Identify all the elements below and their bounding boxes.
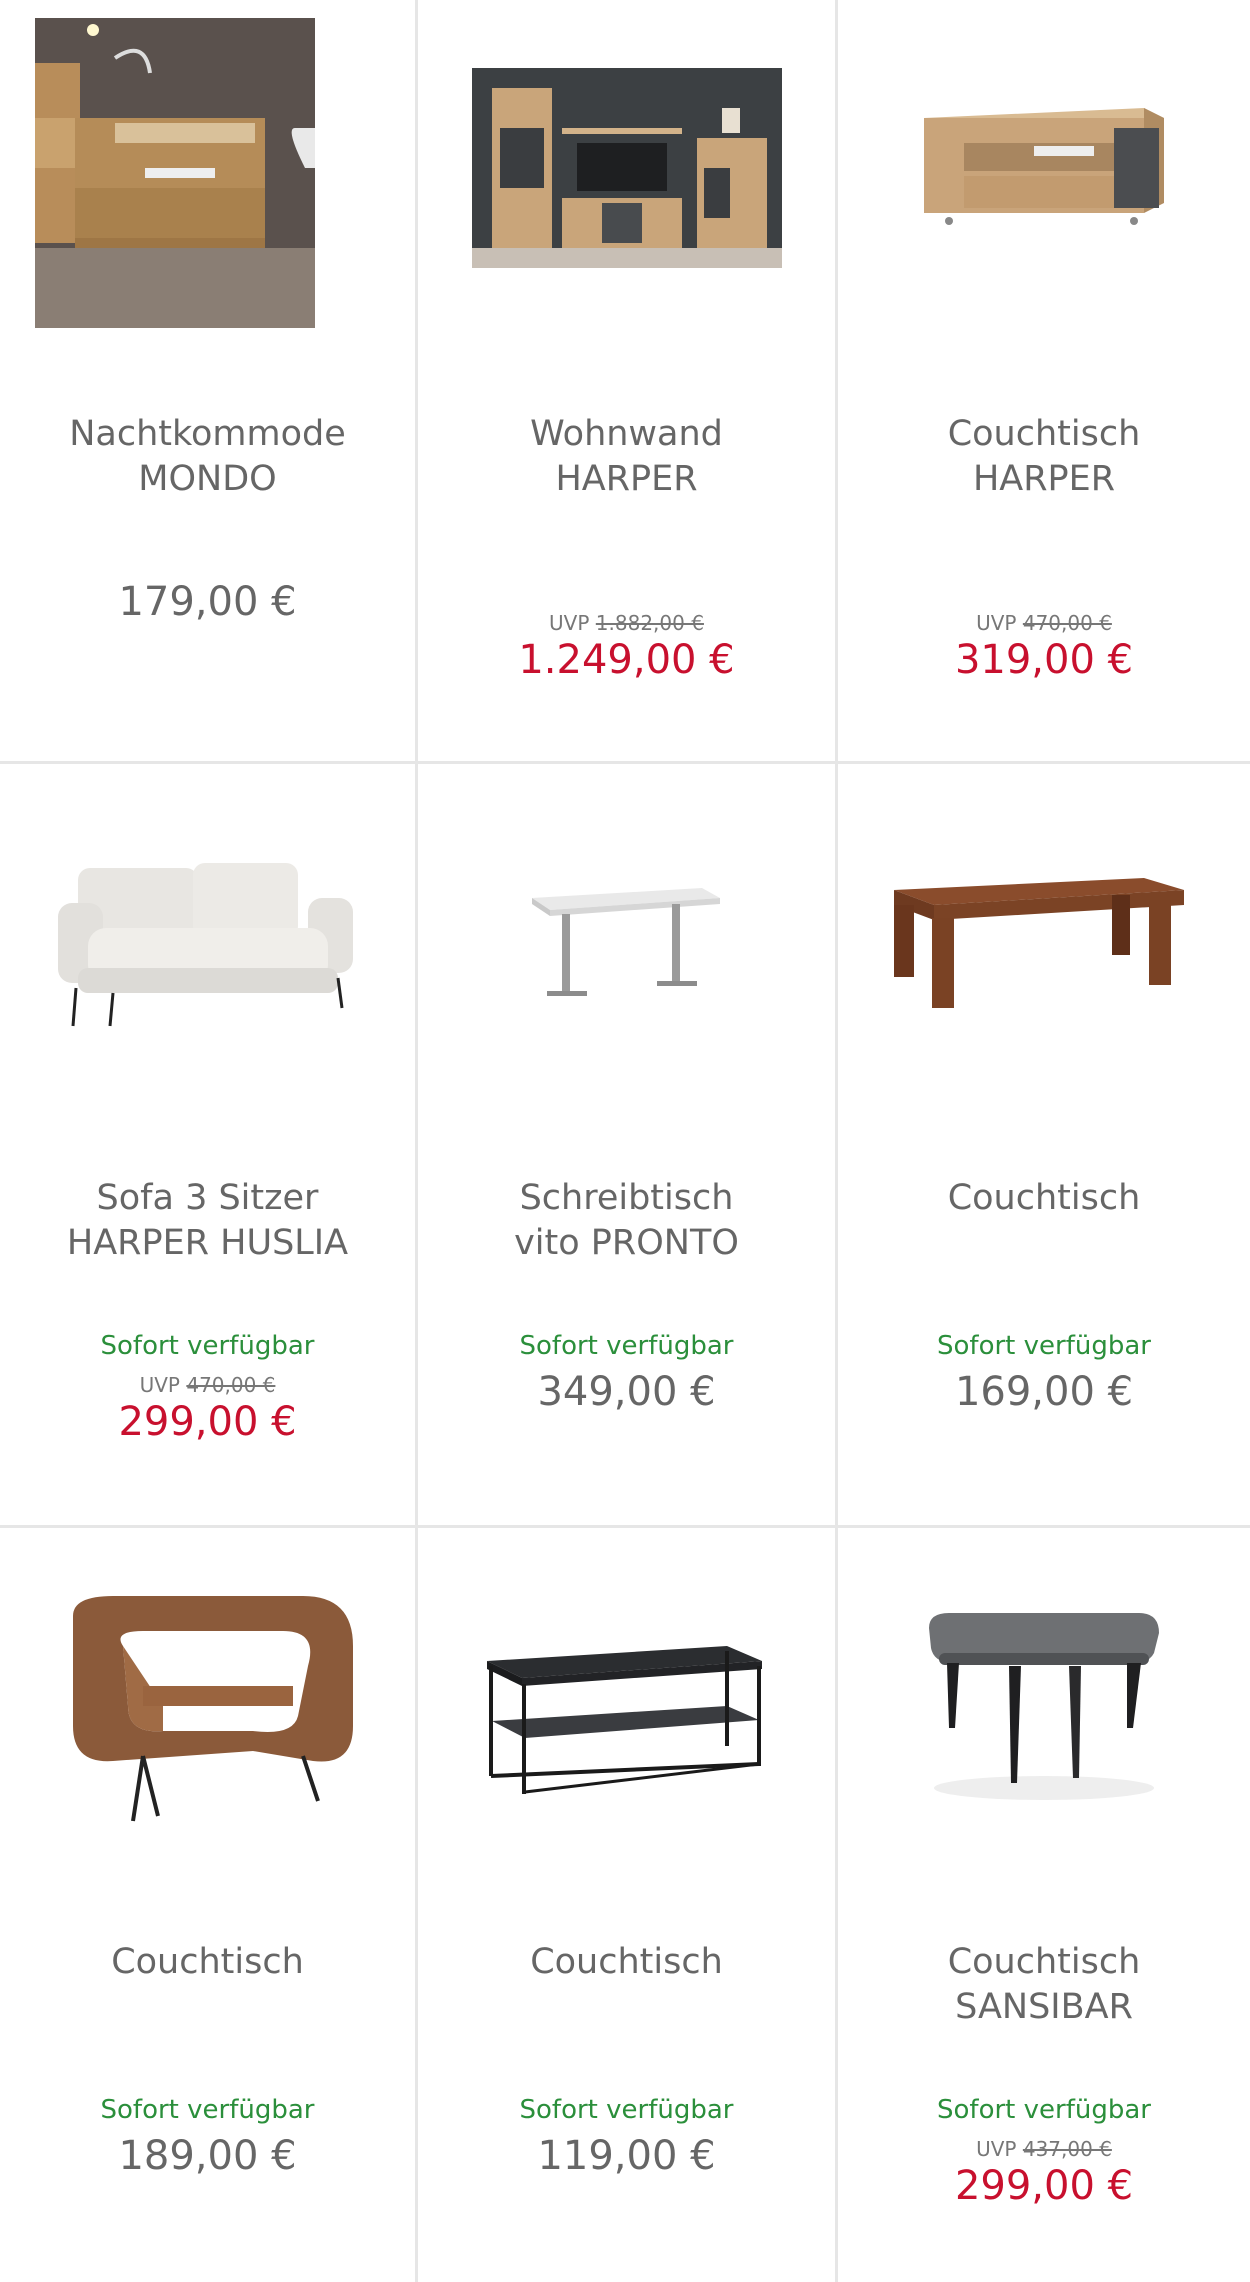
product-title[interactable]: Nachtkommode MONDO [20, 412, 395, 502]
product-price: 179,00 € [118, 579, 297, 625]
price-block: Sofort verfügbar UVP 437,00 € 299,00 € [838, 2094, 1250, 2210]
product-image[interactable] [0, 1528, 415, 1873]
price-block: UVP 1.882,00 € 1.249,00 € [418, 568, 835, 684]
wood-coffee-table-photo-icon [894, 878, 1184, 1008]
price-block: 179,00 € [0, 568, 415, 626]
product-card[interactable]: Sofa 3 Sitzer HARPER HUSLIA Sofort verfü… [0, 764, 418, 1528]
uvp-line: UVP 437,00 € [976, 2137, 1112, 2161]
product-image[interactable] [838, 764, 1250, 1109]
product-price: 299,00 € [118, 1399, 297, 1445]
availability-label [838, 568, 1250, 600]
nightstand-photo-icon [35, 18, 315, 328]
availability-label: Sofort verfügbar [100, 2095, 315, 2125]
availability-label: Sofort verfügbar [937, 1331, 1151, 1361]
price-block: UVP 470,00 € 319,00 € [838, 568, 1250, 684]
product-price: 1.249,00 € [518, 637, 735, 683]
product-card[interactable]: Nachtkommode MONDO 179,00 € [0, 0, 418, 764]
wall-unit-photo-icon [471, 68, 782, 268]
price-block: Sofort verfügbar 189,00 € [0, 2094, 415, 2180]
product-title[interactable]: Couchtisch [438, 1940, 815, 1985]
uvp-line: UVP 470,00 € [139, 1373, 276, 1397]
product-image[interactable] [838, 1528, 1250, 1873]
product-price: 189,00 € [118, 2133, 297, 2179]
product-title[interactable]: Wohnwand HARPER [438, 412, 815, 502]
product-card[interactable]: Couchtisch HARPER UVP 470,00 € 319,00 € [838, 0, 1250, 764]
product-card[interactable]: Couchtisch Sofort verfügbar 169,00 € [838, 764, 1250, 1528]
product-title[interactable]: Couchtisch SANSIBAR [858, 1940, 1230, 2030]
product-card[interactable]: Couchtisch Sofort verfügbar 189,00 € [0, 1528, 418, 2282]
curved-coffee-table-photo-icon [72, 1596, 353, 1822]
product-image[interactable] [0, 0, 415, 345]
availability-label: Sofort verfügbar [519, 2095, 734, 2125]
product-image[interactable] [838, 0, 1250, 345]
availability-label: Sofort verfügbar [937, 2095, 1151, 2125]
product-title[interactable]: Sofa 3 Sitzer HARPER HUSLIA [20, 1176, 395, 1266]
product-grid: Nachtkommode MONDO 179,00 € Wohnwand HAR… [0, 0, 1250, 2282]
sofa-photo-icon [57, 863, 353, 1027]
desk-photo-icon [531, 888, 720, 996]
price-block: Sofort verfügbar 119,00 € [418, 2094, 835, 2180]
product-image[interactable] [418, 1528, 835, 1873]
product-card[interactable]: Couchtisch SANSIBAR Sofort verfügbar UVP… [838, 1528, 1250, 2282]
product-card[interactable]: Couchtisch Sofort verfügbar 119,00 € [418, 1528, 838, 2282]
product-image[interactable] [0, 764, 415, 1109]
product-price: 299,00 € [954, 2163, 1134, 2209]
product-title[interactable]: Schreibtisch vito PRONTO [438, 1176, 815, 1266]
uvp-line: UVP 1.882,00 € [549, 611, 704, 635]
product-price: 119,00 € [537, 2133, 716, 2179]
metal-coffee-table-photo-icon [486, 1646, 762, 1794]
product-price: 319,00 € [954, 637, 1134, 683]
product-card[interactable]: Wohnwand HARPER UVP 1.882,00 € 1.249,00 … [418, 0, 838, 764]
product-price: 169,00 € [954, 1369, 1134, 1415]
price-block: Sofort verfügbar 169,00 € [838, 1330, 1250, 1416]
product-title[interactable]: Couchtisch HARPER [858, 412, 1230, 502]
availability-label: Sofort verfügbar [100, 1331, 315, 1361]
coffee-table-drawer-photo-icon [924, 108, 1164, 225]
availability-label [418, 568, 835, 600]
grey-coffee-table-photo-icon [929, 1613, 1159, 1800]
price-block: Sofort verfügbar 349,00 € [418, 1330, 835, 1416]
product-image[interactable] [418, 764, 835, 1109]
uvp-line: UVP 470,00 € [976, 611, 1112, 635]
product-card[interactable]: Schreibtisch vito PRONTO Sofort verfügba… [418, 764, 838, 1528]
price-block: Sofort verfügbar UVP 470,00 € 299,00 € [0, 1330, 415, 1446]
product-title[interactable]: Couchtisch [20, 1940, 395, 1985]
product-title[interactable]: Couchtisch [858, 1176, 1230, 1221]
product-image[interactable] [418, 0, 835, 345]
availability-label: Sofort verfügbar [519, 1331, 734, 1361]
product-price: 349,00 € [537, 1369, 716, 1415]
